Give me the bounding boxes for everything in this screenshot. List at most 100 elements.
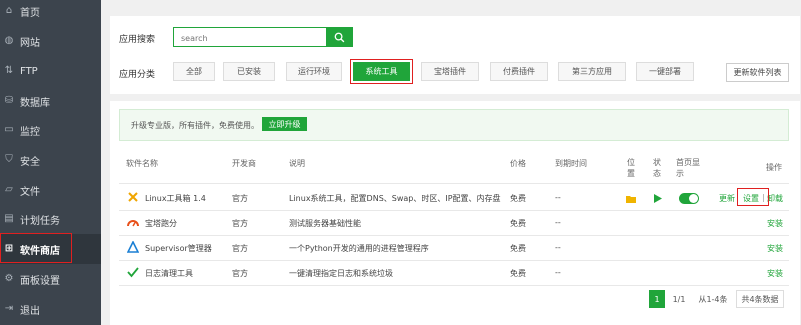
category-label: 应用分类 — [119, 70, 156, 80]
sidebar-item-label: 安全 — [20, 156, 40, 168]
page-total: 共4条数据 — [736, 290, 784, 308]
sidebar-item-settings[interactable]: ⚙ 面板设置 — [0, 264, 101, 294]
sidebar-item-store[interactable]: ⊞ 软件商店 — [0, 234, 101, 264]
search-button[interactable] — [326, 27, 353, 47]
play-icon[interactable] — [654, 194, 662, 203]
update-link[interactable]: 更新 — [719, 193, 735, 204]
header-desc: 说明 — [289, 159, 305, 168]
category-installed[interactable]: 已安装 — [223, 62, 275, 81]
category-third-party[interactable]: 第三方应用 — [558, 62, 626, 81]
row-name[interactable]: 日志清理工具 — [145, 268, 193, 279]
settings-icon: ⚙ — [4, 273, 14, 284]
folder-icon: ▱ — [5, 184, 13, 195]
sidebar-item-monitor[interactable]: ▭ 监控 — [0, 115, 101, 145]
install-link[interactable]: 安装 — [767, 218, 783, 229]
row-desc: Linux系统工具，配置DNS、Swap、时区、IP配置、内存盘 — [289, 194, 501, 203]
sidebar-item-website[interactable]: ◍ 网站 — [0, 26, 101, 56]
row-price: 免费 — [510, 219, 526, 228]
row-expire: -- — [555, 243, 561, 252]
category-system-tools[interactable]: 系统工具 — [353, 62, 410, 81]
ftp-icon: ⇅ — [4, 65, 14, 76]
page-range: 从1-4条 — [698, 294, 728, 304]
header-location-line2: 置 — [627, 169, 635, 178]
sidebar-item-label: 退出 — [20, 305, 40, 317]
sidebar-item-label: 文件 — [20, 186, 40, 198]
op-separator: | — [762, 193, 765, 202]
page-count: 1/1 — [672, 294, 686, 304]
row-desc: 测试服务器基础性能 — [289, 219, 361, 228]
header-developer: 开发商 — [232, 159, 256, 168]
row-divider — [119, 210, 789, 211]
sidebar-item-label: 数据库 — [20, 97, 50, 109]
benchmark-icon — [127, 220, 139, 227]
toolbox-icon — [128, 192, 138, 202]
search-field[interactable] — [173, 27, 327, 47]
header-location-line1: 位 — [627, 158, 635, 167]
row-divider — [119, 285, 789, 286]
row-expire: -- — [555, 268, 561, 277]
install-link[interactable]: 安装 — [767, 243, 783, 254]
install-link[interactable]: 安装 — [767, 268, 783, 279]
row-price: 免费 — [510, 244, 526, 253]
sidebar-item-cron[interactable]: ▤ 计划任务 — [0, 204, 101, 234]
sidebar-item-label: 监控 — [20, 126, 40, 138]
header-expire: 到期时间 — [555, 159, 587, 168]
search-label: 应用搜索 — [119, 35, 156, 45]
header-home-display: 首页显 示 — [676, 157, 706, 179]
row-desc: 一个Python开发的通用的进程管理程序 — [289, 244, 429, 253]
header-status-line2: 态 — [653, 169, 661, 178]
toggle-knob — [689, 194, 698, 203]
header-home-line1: 首页显 — [676, 158, 700, 167]
sidebar-item-ftp[interactable]: ⇅ FTP — [0, 56, 101, 86]
category-paid-plugins[interactable]: 付费插件 — [490, 62, 548, 81]
log-cleaner-icon — [127, 267, 139, 278]
row-name[interactable]: 宝塔跑分 — [145, 218, 177, 229]
page-current[interactable]: 1 — [649, 290, 665, 308]
row-expire: -- — [555, 218, 561, 227]
calendar-icon: ▤ — [4, 213, 14, 224]
home-display-toggle[interactable] — [679, 193, 699, 204]
globe-icon: ◍ — [4, 35, 14, 46]
category-all[interactable]: 全部 — [173, 62, 215, 81]
supervisor-icon — [127, 241, 139, 253]
row-name[interactable]: Supervisor管理器 — [145, 243, 212, 254]
sidebar-item-files[interactable]: ▱ 文件 — [0, 175, 101, 205]
row-price: 免费 — [510, 194, 526, 203]
row-price: 免费 — [510, 269, 526, 278]
monitor-icon: ▭ — [4, 124, 14, 135]
upgrade-button[interactable]: 立即升级 — [262, 117, 307, 131]
home-icon: ⌂ — [5, 5, 13, 16]
row-desc: 一键清理指定日志和系统垃圾 — [289, 269, 393, 278]
sidebar-item-label: FTP — [20, 65, 38, 77]
row-divider — [119, 235, 789, 236]
row-developer: 官方 — [232, 244, 248, 253]
sidebar-item-label: 首页 — [20, 7, 40, 19]
sidebar-item-label: 网站 — [20, 37, 40, 49]
row-name[interactable]: Linux工具箱 1.4 — [145, 193, 206, 204]
header-name: 软件名称 — [126, 159, 158, 168]
sidebar-item-home[interactable]: ⌂ 首页 — [0, 0, 101, 26]
header-op: 操作 — [766, 163, 782, 172]
category-runtime[interactable]: 运行环境 — [286, 62, 342, 81]
search-input[interactable] — [179, 29, 323, 47]
shield-icon: ⛉ — [5, 154, 13, 165]
database-icon: ⛁ — [4, 95, 14, 106]
update-list-button[interactable]: 更新软件列表 — [726, 63, 789, 82]
category-one-click-deploy[interactable]: 一键部署 — [636, 62, 694, 81]
row-developer: 官方 — [232, 194, 248, 203]
row-developer: 官方 — [232, 269, 248, 278]
sidebar: ⌂ 首页 ◍ 网站 ⇅ FTP ⛁ 数据库 ▭ 监控 ⛉ 安全 ▱ 文件 ▤ 计… — [0, 0, 101, 325]
sidebar-item-security[interactable]: ⛉ 安全 — [0, 145, 101, 175]
header-status-line1: 状 — [653, 158, 661, 167]
row-divider — [119, 183, 789, 184]
sidebar-item-logout[interactable]: ⇥ 退出 — [0, 294, 101, 324]
folder-icon[interactable] — [626, 195, 636, 203]
sidebar-item-label: 软件商店 — [20, 245, 60, 257]
sidebar-item-database[interactable]: ⛁ 数据库 — [0, 86, 101, 116]
row-divider — [119, 260, 789, 261]
category-bt-plugins[interactable]: 宝塔插件 — [421, 62, 479, 81]
grid-icon: ⊞ — [4, 243, 14, 254]
settings-link[interactable]: 设置 — [743, 193, 759, 204]
uninstall-link[interactable]: 卸载 — [767, 193, 783, 204]
search-icon — [334, 32, 345, 42]
